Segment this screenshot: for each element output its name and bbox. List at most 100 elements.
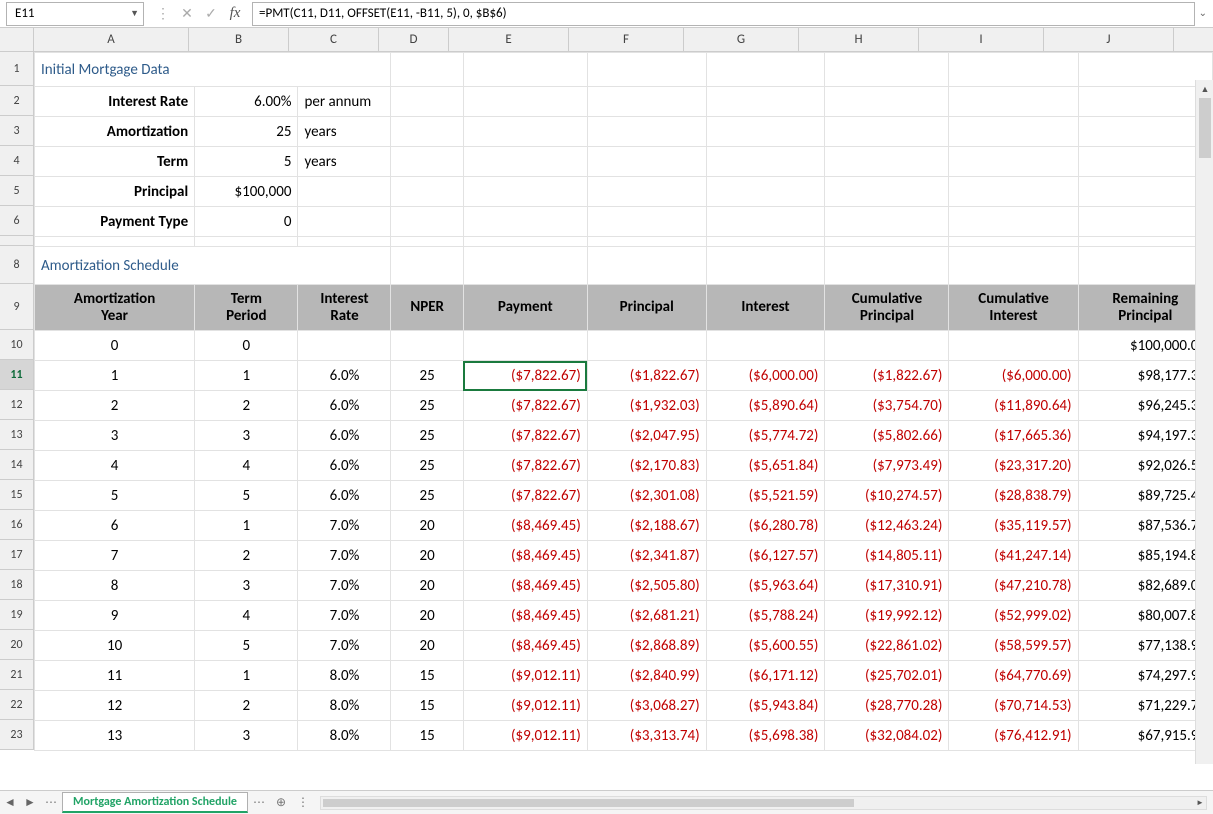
cell-term[interactable]: 4 <box>195 451 298 481</box>
cell[interactable] <box>391 237 463 247</box>
cell-rate[interactable]: 7.0% <box>298 541 391 571</box>
cell[interactable] <box>391 53 463 87</box>
cell-nper[interactable]: 25 <box>391 361 463 391</box>
col-header-F[interactable]: F <box>569 28 684 51</box>
cell[interactable] <box>825 247 949 285</box>
cell-cum-interest[interactable]: ($35,119.57) <box>949 511 1078 541</box>
cell-cum-interest[interactable]: ($28,838.79) <box>949 481 1078 511</box>
sched-header[interactable]: Interest <box>706 285 825 331</box>
row-header-20[interactable]: 20 <box>0 630 33 660</box>
cell-cum-interest[interactable]: ($47,210.78) <box>949 571 1078 601</box>
title-schedule[interactable]: Amortization Schedule <box>35 247 391 285</box>
cell[interactable] <box>949 237 1078 247</box>
cell-nper[interactable]: 15 <box>391 721 463 751</box>
cell-rate[interactable]: 6.0% <box>298 361 391 391</box>
cell-cum-principal[interactable]: ($19,992.12) <box>825 601 949 631</box>
cell[interactable] <box>706 147 825 177</box>
cell[interactable] <box>706 53 825 87</box>
cell-remaining[interactable]: $77,138.98 <box>1078 631 1212 661</box>
prev-sheet-icon[interactable]: ◄ <box>0 795 20 810</box>
cell-remaining[interactable]: $96,245.30 <box>1078 391 1212 421</box>
sched-header[interactable]: NPER <box>391 285 463 331</box>
unit-rate[interactable]: per annum <box>298 87 391 117</box>
cell[interactable] <box>587 87 706 117</box>
cell-payment[interactable]: ($9,012.11) <box>463 721 587 751</box>
unit-term[interactable]: years <box>298 147 391 177</box>
cell-cum-interest[interactable]: ($23,317.20) <box>949 451 1078 481</box>
cell-year[interactable]: 2 <box>35 391 195 421</box>
cell-cum-principal[interactable]: ($17,310.91) <box>825 571 949 601</box>
cell-principal[interactable]: ($2,505.80) <box>587 571 706 601</box>
cell-remaining[interactable]: $92,026.51 <box>1078 451 1212 481</box>
cell-rate[interactable]: 6.0% <box>298 421 391 451</box>
col-header-D[interactable]: D <box>379 28 449 51</box>
cell[interactable] <box>825 147 949 177</box>
expand-formula-icon[interactable]: ⌄ <box>1199 6 1207 19</box>
cell-cum-interest[interactable]: ($58,599.57) <box>949 631 1078 661</box>
enter-icon[interactable]: ✓ <box>200 3 222 25</box>
cell[interactable] <box>825 87 949 117</box>
cell[interactable] <box>463 87 587 117</box>
cell[interactable] <box>463 147 587 177</box>
sched-header[interactable]: AmortizationYear <box>35 285 195 331</box>
cell[interactable] <box>949 147 1078 177</box>
cell[interactable] <box>391 177 463 207</box>
cell-payment[interactable] <box>463 331 587 361</box>
cell-rate[interactable] <box>298 331 391 361</box>
cell[interactable] <box>825 177 949 207</box>
formula-input[interactable]: =PMT(C11, D11, OFFSET(E11, -B11, 5), 0, … <box>252 2 1195 26</box>
cell-year[interactable]: 4 <box>35 451 195 481</box>
cell[interactable] <box>391 207 463 237</box>
cell[interactable] <box>298 237 391 247</box>
cell-year[interactable]: 12 <box>35 691 195 721</box>
cell-year[interactable]: 9 <box>35 601 195 631</box>
cell-cum-interest[interactable] <box>949 331 1078 361</box>
cell-interest[interactable]: ($5,963.64) <box>706 571 825 601</box>
col-header-J[interactable]: J <box>1044 28 1174 51</box>
cell-cum-interest[interactable]: ($70,714.53) <box>949 691 1078 721</box>
cell[interactable] <box>195 237 298 247</box>
cell-payment[interactable]: ($8,469.45) <box>463 511 587 541</box>
cell-interest[interactable]: ($6,280.78) <box>706 511 825 541</box>
cell-remaining[interactable]: $94,197.34 <box>1078 421 1212 451</box>
label-ptype[interactable]: Payment Type <box>35 207 195 237</box>
val-ptype[interactable]: 0 <box>195 207 298 237</box>
cell-term[interactable]: 2 <box>195 391 298 421</box>
cell[interactable] <box>587 237 706 247</box>
cell[interactable] <box>949 87 1078 117</box>
col-header-G[interactable]: G <box>684 28 799 51</box>
cell-rate[interactable]: 6.0% <box>298 451 391 481</box>
val-rate[interactable]: 6.00% <box>195 87 298 117</box>
cell[interactable] <box>35 237 195 247</box>
cell-remaining[interactable]: $85,194.89 <box>1078 541 1212 571</box>
row-header-5[interactable]: 5 <box>0 176 33 206</box>
cell[interactable] <box>949 207 1078 237</box>
cell[interactable] <box>463 53 587 87</box>
sched-header[interactable]: CumulativeInterest <box>949 285 1078 331</box>
cell-principal[interactable]: ($3,313.74) <box>587 721 706 751</box>
new-sheet-icon[interactable]: ⊕ <box>270 795 292 810</box>
cell[interactable] <box>825 53 949 87</box>
cell-term[interactable]: 2 <box>195 691 298 721</box>
cell-year[interactable]: 7 <box>35 541 195 571</box>
cell-principal[interactable]: ($2,301.08) <box>587 481 706 511</box>
row-header-1[interactable]: 1 <box>0 52 33 86</box>
cell-nper[interactable]: 20 <box>391 511 463 541</box>
col-header-C[interactable]: C <box>289 28 379 51</box>
row-header-19[interactable]: 19 <box>0 600 33 630</box>
cell[interactable] <box>391 117 463 147</box>
cell-cum-principal[interactable] <box>825 331 949 361</box>
cell-payment[interactable]: ($9,012.11) <box>463 661 587 691</box>
row-header-2[interactable]: 2 <box>0 86 33 116</box>
unit-amort[interactable]: years <box>298 117 391 147</box>
label-principal[interactable]: Principal <box>35 177 195 207</box>
cell-nper[interactable]: 25 <box>391 481 463 511</box>
row-header-13[interactable]: 13 <box>0 420 33 450</box>
cell-rate[interactable]: 8.0% <box>298 661 391 691</box>
cell-remaining[interactable]: $74,297.99 <box>1078 661 1212 691</box>
cell-rate[interactable]: 6.0% <box>298 481 391 511</box>
scroll-right-icon[interactable]: ► <box>1193 797 1207 809</box>
hscroll-thumb[interactable] <box>323 799 854 807</box>
cell[interactable] <box>949 247 1078 285</box>
sched-header[interactable]: Principal <box>587 285 706 331</box>
